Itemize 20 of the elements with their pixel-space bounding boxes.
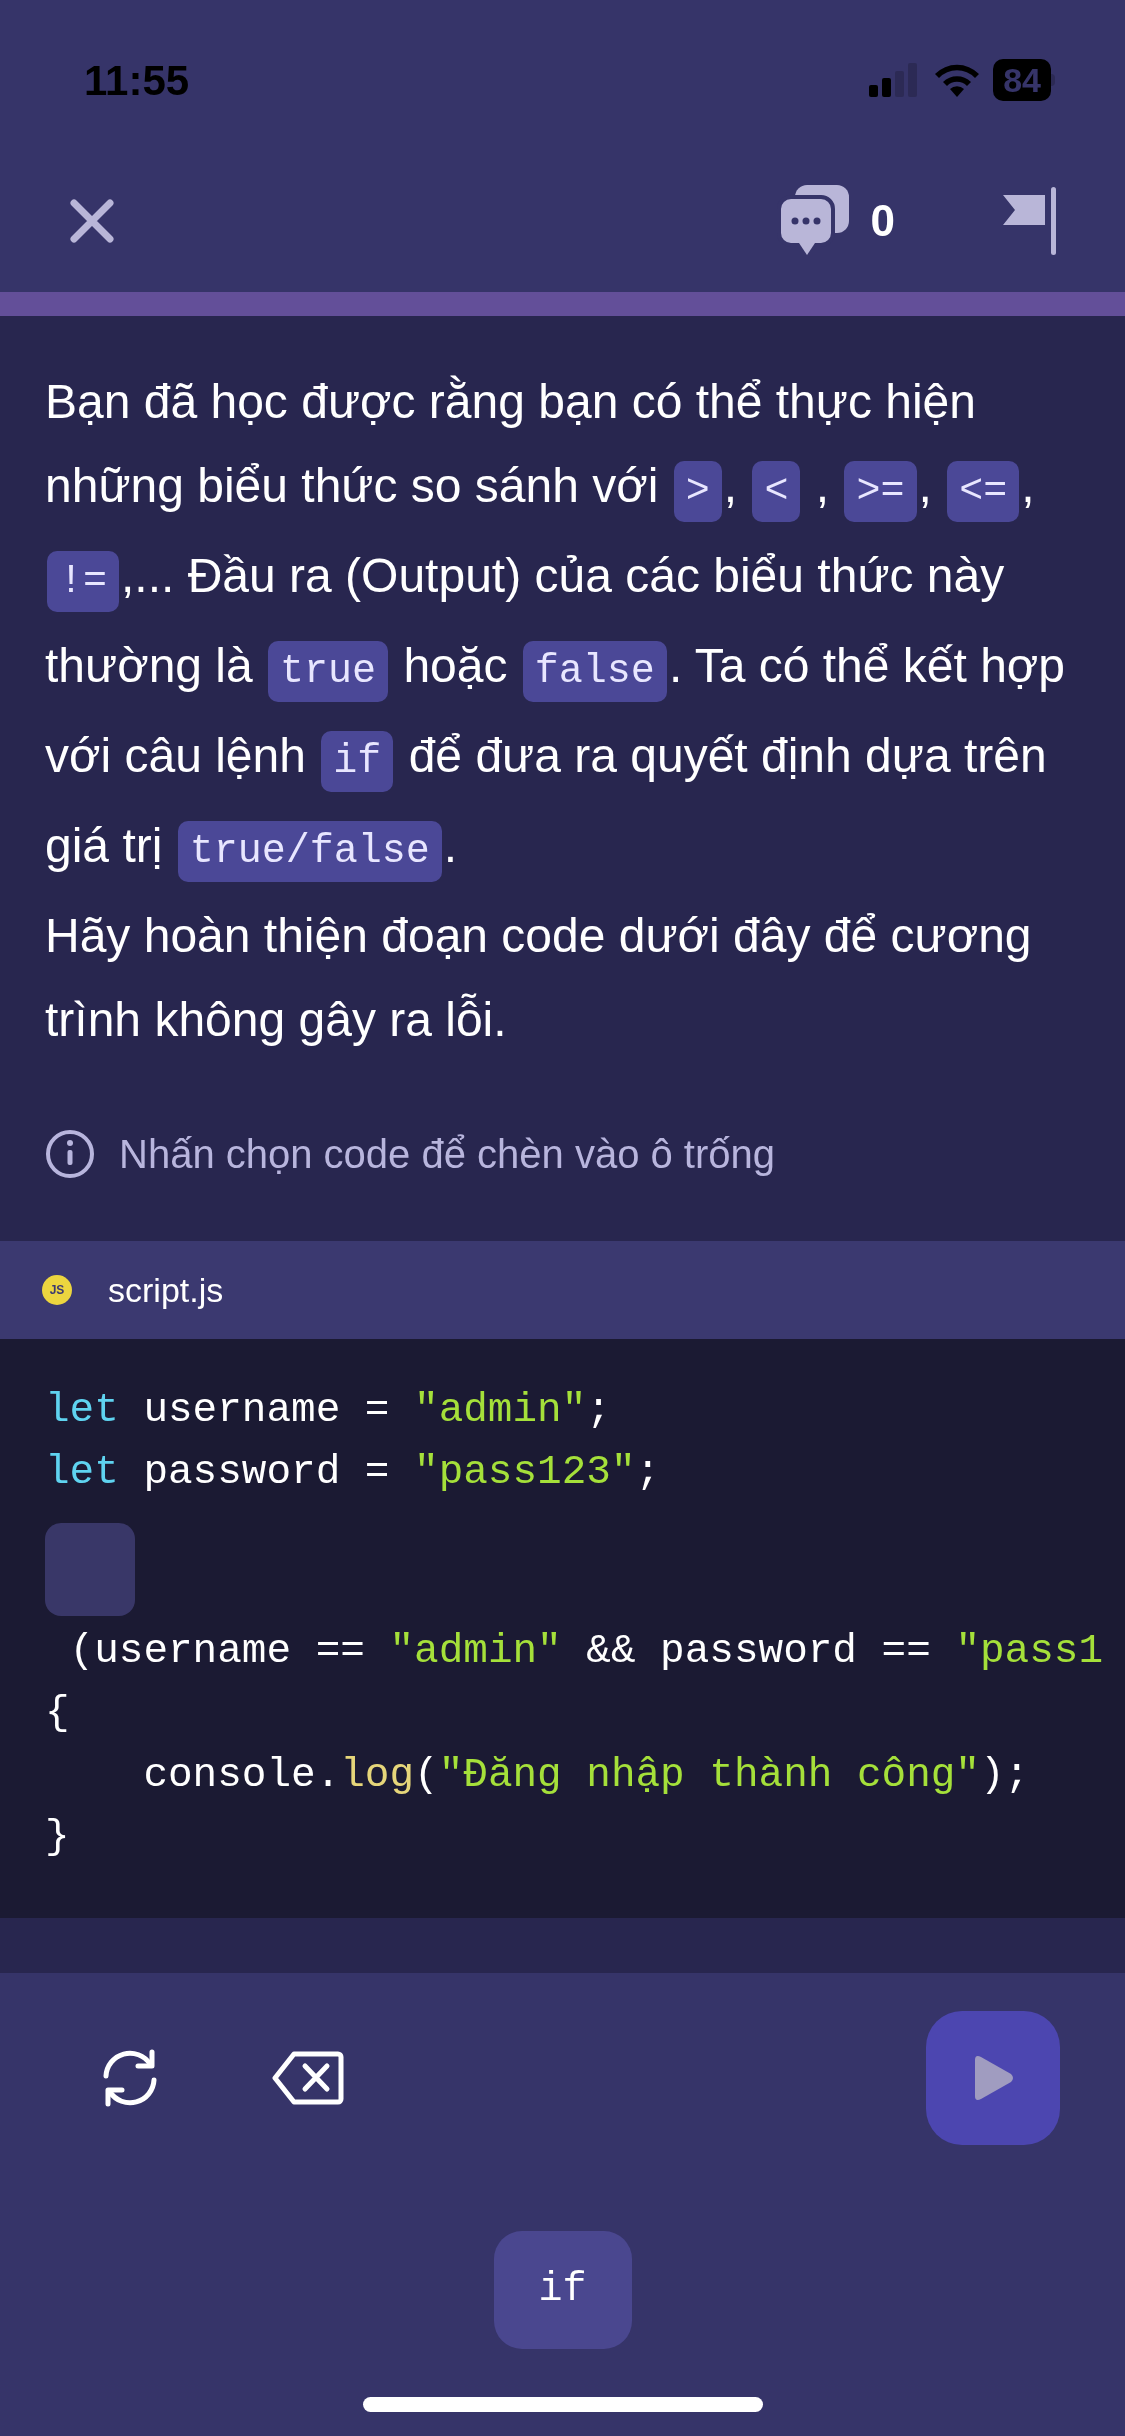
code-line: let password = "pass123"; <box>45 1448 662 1497</box>
instruction-text: Hãy hoàn thiện đoạn code dưới đây để cương trình không gây ra lỗi. <box>45 908 1033 1048</box>
js-badge: JS <box>42 1275 72 1305</box>
file-name[interactable]: script.js <box>108 1264 224 1316</box>
instruction-text: Bạn đã học được rằng bạn có thể thực hiện những biểu thức so sánh với > , < , >= , <= , != ,... Đầu ra (Output) của các biểu thức này thường là true hoặc false . Ta có thể kết hợp với câu lệnh if để đưa ra quyết định dựa trên giá trị true/false . <box>45 360 1080 894</box>
battery-indicator: 84 <box>993 59 1051 101</box>
code-line: console.log("Đăng nhập thành công"); <box>142 1751 1031 1800</box>
backspace-button[interactable] <box>272 2050 344 2106</box>
status-time: 11:55 <box>84 55 190 106</box>
code-choice[interactable]: if <box>493 2231 632 2349</box>
info-icon <box>45 1129 95 1179</box>
hint-text: Nhấn chọn code để chèn vào ô trống <box>119 1131 776 1178</box>
close-button[interactable] <box>68 197 116 245</box>
code-line: let username = "admin"; <box>45 1386 612 1435</box>
flag-icon[interactable] <box>1003 187 1057 255</box>
code-line: } <box>45 1813 71 1862</box>
wifi-icon <box>933 63 982 97</box>
comment-count: 0 <box>870 195 895 247</box>
code-line: { <box>45 1689 71 1738</box>
code-line: (username == "admin" && password == "pass1 <box>68 1627 1104 1676</box>
